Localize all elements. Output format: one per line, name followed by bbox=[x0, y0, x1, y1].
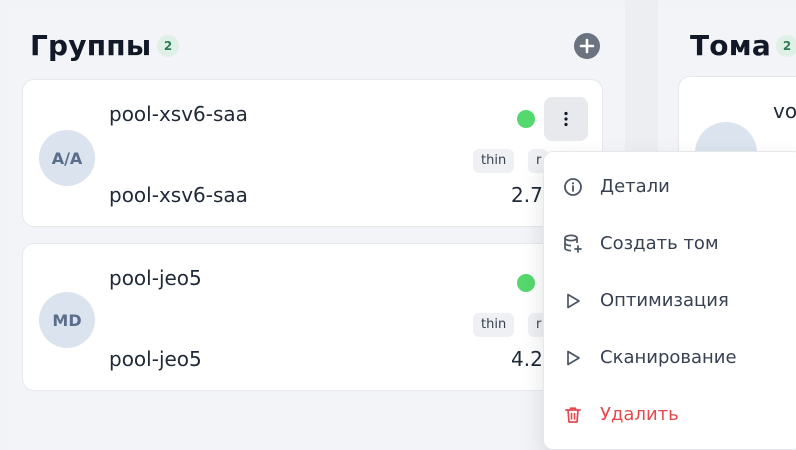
menu-item-create-volume[interactable]: Создать том bbox=[544, 220, 796, 268]
more-vertical-icon bbox=[564, 111, 568, 127]
pool-name: pool-jeo5 bbox=[109, 266, 202, 290]
menu-item-label: Детали bbox=[600, 176, 670, 197]
pool-size: 2.7 bbox=[511, 183, 543, 207]
pool-card[interactable]: A/A pool-xsv6-saa pool-xsv6-saa thin r 2… bbox=[22, 79, 603, 227]
avatar: MD bbox=[39, 292, 95, 348]
pool-subtitle: pool-jeo5 bbox=[109, 347, 202, 371]
menu-item-label: Удалить bbox=[600, 404, 679, 425]
status-dot bbox=[517, 110, 535, 128]
tag: thin bbox=[473, 313, 515, 337]
menu-item-label: Создать том bbox=[600, 233, 719, 254]
groups-title: Группы bbox=[30, 29, 152, 62]
menu-item-scan[interactable]: Сканирование bbox=[544, 334, 796, 382]
pool-subtitle: pool-xsv6-saa bbox=[109, 183, 248, 207]
menu-item-label: Сканирование bbox=[600, 347, 737, 368]
tag: thin bbox=[473, 149, 515, 173]
volume-name: vo bbox=[773, 99, 796, 123]
pool-size: 4.2 bbox=[511, 347, 543, 371]
trash-icon bbox=[562, 404, 584, 426]
play-icon bbox=[562, 347, 584, 369]
info-icon bbox=[562, 176, 584, 198]
volumes-title: Тома bbox=[690, 29, 771, 62]
volumes-count-badge: 2 bbox=[776, 35, 796, 57]
play-icon bbox=[562, 290, 584, 312]
menu-item-label: Оптимизация bbox=[600, 290, 729, 311]
status-dot bbox=[517, 274, 535, 292]
database-add-icon bbox=[562, 233, 584, 255]
context-menu: Детали Создать том Оптимизация Сканирова… bbox=[543, 151, 796, 450]
menu-item-delete[interactable]: Удалить bbox=[544, 391, 796, 439]
add-group-button[interactable] bbox=[574, 33, 600, 59]
pool-card[interactable]: MD pool-jeo5 pool-jeo5 thin r 4.2 bbox=[22, 243, 603, 391]
plus-icon bbox=[579, 38, 595, 54]
groups-count-badge: 2 bbox=[157, 35, 179, 57]
avatar: A/A bbox=[39, 130, 95, 186]
menu-item-details[interactable]: Детали bbox=[544, 163, 796, 211]
pool-name: pool-xsv6-saa bbox=[109, 102, 248, 126]
more-actions-button[interactable] bbox=[544, 97, 588, 141]
menu-item-optimize[interactable]: Оптимизация bbox=[544, 277, 796, 325]
